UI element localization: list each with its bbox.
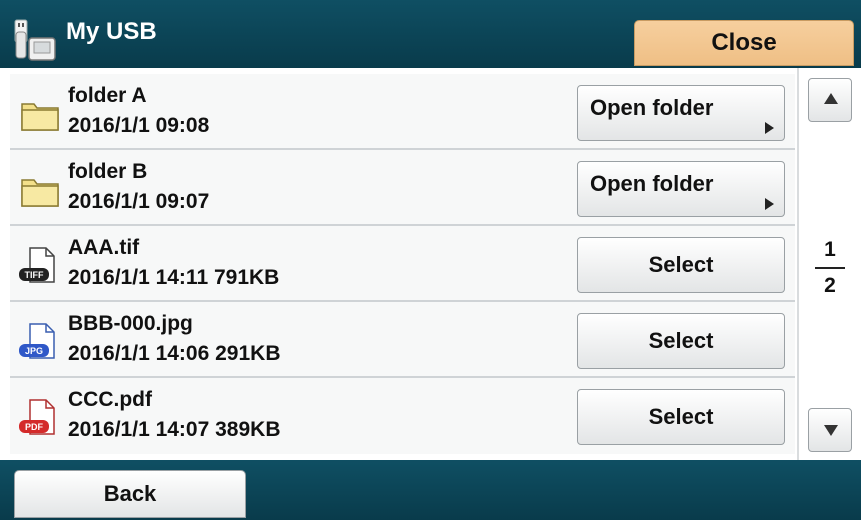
list-item: folder A 2016/1/1 09:08 Open folder	[10, 74, 795, 150]
select-button[interactable]: Select	[577, 237, 785, 293]
page-total: 2	[824, 274, 836, 297]
file-meta: 2016/1/1 14:07 389KB	[68, 418, 281, 441]
folder-icon	[21, 179, 59, 207]
scroll-up-button[interactable]	[808, 78, 852, 122]
tiff-badge-label: TIFF	[25, 270, 44, 280]
pdf-file-icon: PDF	[19, 399, 55, 435]
file-list: folder A 2016/1/1 09:08 Open folder fold…	[10, 74, 795, 460]
my-usb-screen: My USB Close folder A 2016/1/1 09:08 Ope…	[0, 0, 861, 520]
back-button[interactable]: Back	[14, 470, 246, 518]
footer-bar: Back	[0, 460, 861, 520]
jpg-file-icon: JPG	[19, 323, 55, 359]
pdf-badge-label: PDF	[25, 422, 44, 432]
file-meta: 2016/1/1 14:11 791KB	[68, 266, 280, 289]
arrow-up-icon	[824, 93, 838, 104]
open-folder-label: Open folder	[590, 171, 714, 196]
jpg-badge-label: JPG	[25, 346, 43, 356]
close-button[interactable]: Close	[634, 20, 854, 66]
select-button[interactable]: Select	[577, 389, 785, 445]
list-item: TIFF AAA.tif 2016/1/1 14:11 791KB Select	[10, 226, 795, 302]
open-folder-label: Open folder	[590, 95, 714, 120]
file-name: BBB-000.jpg	[68, 312, 193, 335]
header-bar: My USB Close	[0, 0, 861, 68]
chevron-right-icon	[765, 122, 774, 134]
chevron-right-icon	[765, 198, 774, 210]
file-meta: 2016/1/1 09:07	[68, 190, 210, 213]
list-item: folder B 2016/1/1 09:07 Open folder	[10, 150, 795, 226]
list-item: PDF CCC.pdf 2016/1/1 14:07 389KB Select	[10, 378, 795, 454]
file-name: AAA.tif	[68, 236, 140, 259]
file-name: folder A	[68, 84, 147, 107]
file-meta: 2016/1/1 14:06 291KB	[68, 342, 281, 365]
tiff-file-icon: TIFF	[19, 247, 55, 283]
usb-drive-icon	[14, 19, 56, 61]
page-title: My USB	[66, 18, 157, 45]
folder-icon	[21, 103, 59, 131]
page-current: 1	[824, 238, 836, 261]
scroll-divider	[797, 68, 799, 460]
list-item: JPG BBB-000.jpg 2016/1/1 14:06 291KB Sel…	[10, 302, 795, 378]
scroll-down-button[interactable]	[808, 408, 852, 452]
open-folder-button[interactable]: Open folder	[577, 161, 785, 217]
page-divider	[815, 267, 845, 269]
file-meta: 2016/1/1 09:08	[68, 114, 210, 137]
arrow-down-icon	[824, 425, 838, 436]
file-name: folder B	[68, 160, 148, 183]
select-button[interactable]: Select	[577, 313, 785, 369]
file-name: CCC.pdf	[68, 388, 152, 411]
open-folder-button[interactable]: Open folder	[577, 85, 785, 141]
